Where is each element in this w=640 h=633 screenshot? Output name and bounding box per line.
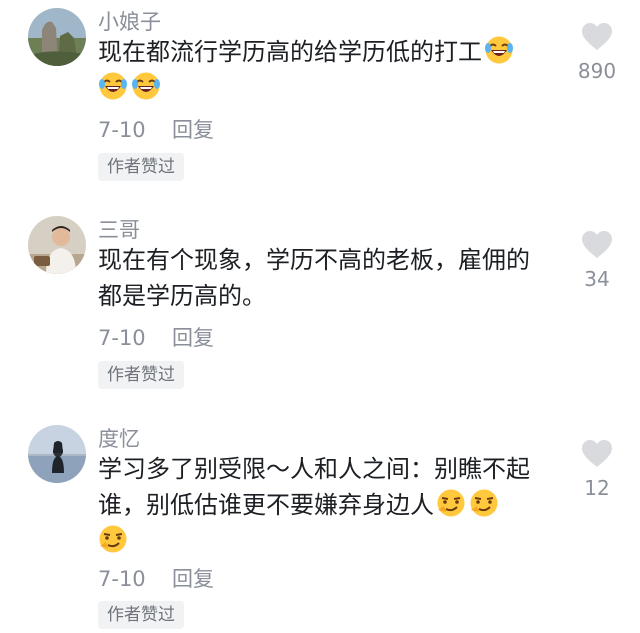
laugh-cry-emoji-icon [98, 71, 128, 101]
author-liked-badge: 作者赞过 [98, 601, 184, 629]
avatar[interactable] [28, 425, 86, 483]
like-count: 12 [584, 476, 610, 500]
reply-button[interactable]: 回复 [172, 324, 214, 352]
heart-icon [582, 23, 612, 50]
author-liked-badge: 作者赞过 [98, 153, 184, 181]
comment-text: 现在有个现象，学历不高的老板，雇佣的都是学历高的。 [98, 242, 553, 314]
comment-item: 度忆 学习多了别受限～人和人之间：别瞧不起谁，别低估谁更不要嫌弃身边人 7-10… [0, 417, 640, 633]
comment-meta: 7-10 回复 [98, 324, 214, 352]
avatar[interactable] [28, 216, 86, 274]
comment-body: 现在都流行学历高的给学历低的打工 [98, 38, 482, 66]
like-button[interactable]: 890 [572, 22, 622, 84]
comment-date: 7-10 [98, 567, 146, 591]
username[interactable]: 度忆 [98, 425, 140, 453]
like-button[interactable]: 34 [572, 230, 622, 292]
comment-date: 7-10 [98, 118, 146, 142]
comment-meta: 7-10 回复 [98, 116, 214, 144]
like-count: 890 [577, 59, 617, 83]
comment-meta: 7-10 回复 [98, 565, 214, 593]
reply-button[interactable]: 回复 [172, 565, 214, 593]
laugh-cry-emoji-icon [484, 35, 514, 65]
smirk-emoji-icon [98, 524, 128, 554]
comment-item: 小娘子 现在都流行学历高的给学历低的打工 7-10 回复 作者赞过 890 [0, 0, 640, 208]
like-button[interactable]: 12 [572, 439, 622, 501]
heart-icon [582, 440, 612, 467]
comment-body: 现在有个现象，学历不高的老板，雇佣的都是学历高的。 [98, 246, 530, 310]
comment-text: 学习多了别受限～人和人之间：别瞧不起谁，别低估谁更不要嫌弃身边人 [98, 451, 553, 559]
reply-button[interactable]: 回复 [172, 116, 214, 144]
avatar-lake-icon [28, 425, 86, 483]
like-count: 34 [584, 267, 610, 291]
laugh-cry-emoji-icon [131, 71, 161, 101]
comment-item: 三哥 现在有个现象，学历不高的老板，雇佣的都是学历高的。 7-10 回复 作者赞… [0, 208, 640, 416]
smirk-emoji-icon [436, 488, 466, 518]
avatar[interactable] [28, 8, 86, 66]
avatar-landscape-icon [28, 8, 86, 66]
username[interactable]: 三哥 [98, 216, 140, 244]
comment-date: 7-10 [98, 326, 146, 350]
avatar-person-icon [28, 216, 86, 274]
heart-icon [582, 231, 612, 258]
author-liked-badge: 作者赞过 [98, 361, 184, 389]
username[interactable]: 小娘子 [98, 8, 161, 36]
smirk-emoji-icon [469, 488, 499, 518]
comment-text: 现在都流行学历高的给学历低的打工 [98, 34, 553, 106]
